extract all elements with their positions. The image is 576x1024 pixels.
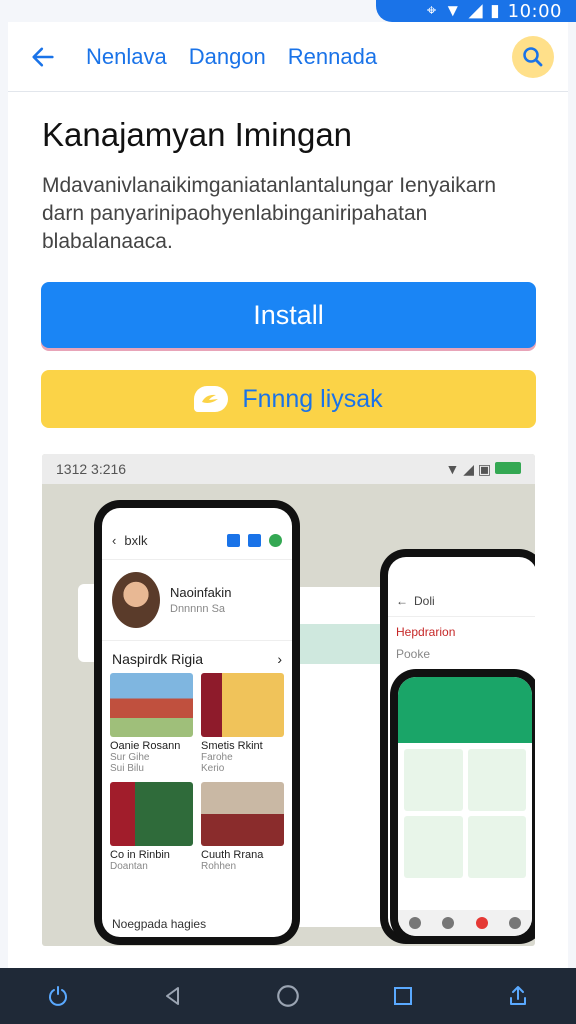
- power-icon: [48, 986, 67, 1006]
- app-title: Kanajamyan Imingan: [42, 116, 353, 153]
- search-icon: [523, 46, 543, 66]
- bookmark-icon: [248, 534, 261, 547]
- preview-profile-sub: Dnnnnn Sa: [170, 603, 226, 615]
- secondary-action-label: Fnnng liysak: [242, 384, 383, 413]
- power-button[interactable]: [34, 972, 82, 1020]
- tab-rennada[interactable]: Rennada: [288, 44, 377, 70]
- preview-tile-sub: Rohhen: [201, 861, 237, 872]
- chat-bubble-icon: [194, 386, 229, 412]
- system-nav-bar: [0, 968, 576, 1024]
- chevron-right-icon: ›: [277, 651, 282, 667]
- status-bar: ⌖ ▼ ◢ ▮ 10:00: [376, 0, 576, 22]
- preview-profile-name: Naoinfakin: [170, 585, 232, 600]
- tab-dangon[interactable]: Dangon: [189, 44, 266, 70]
- preview-tile-grid: Oanie Rosann Sur Gihe Sui Bilu Smetis Rk…: [102, 673, 292, 872]
- preview-tile: Cuuth Rrana Rohhen: [201, 782, 284, 872]
- preview-green-header: [398, 677, 532, 743]
- install-button[interactable]: Install: [41, 282, 536, 348]
- secondary-action-button[interactable]: Fnnng liysak: [41, 370, 536, 428]
- preview-status-icons: ▼ ◢ ▣: [445, 461, 521, 478]
- preview-tile-image: [110, 782, 193, 846]
- preview-tile-sub: Farohe: [201, 752, 233, 763]
- search-button[interactable]: [512, 35, 554, 78]
- nav-dot-icon: [475, 917, 488, 929]
- preview-section-header: Naspirdk Rigia ›: [102, 641, 292, 673]
- tab-nenlava[interactable]: Nenlava: [86, 44, 167, 70]
- home-icon: [277, 985, 299, 1007]
- nav-tabs: Nenlava Dangon Rennada: [86, 44, 512, 70]
- preview-tile-title: Co in Rinbin: [110, 849, 170, 861]
- preview-tile-extra: Kerio: [201, 763, 225, 774]
- preview-profile-row: Naoinfakin Dnnnnn Sa: [102, 560, 292, 641]
- preview-tile-image: [110, 673, 193, 737]
- recents-icon: [394, 987, 413, 1005]
- preview-green-tile: [467, 816, 526, 878]
- preview-status-bar: 1312 3:216 ▼ ◢ ▣: [42, 454, 535, 484]
- share-button[interactable]: [494, 972, 542, 1020]
- preview-tile: Oanie Rosann Sur Gihe Sui Bilu: [110, 673, 193, 774]
- wifi-icon: ▼: [444, 1, 462, 20]
- preview-battery-icon: [495, 461, 521, 474]
- preview-tile-title: Cuuth Rrana: [201, 849, 264, 861]
- preview-phone-main: ‹ bxlk Naoinfakin Dnnnnn Sa Naspirdk Rig…: [94, 500, 300, 945]
- preview-green-tile: [404, 816, 463, 878]
- app-screen: ⌖ ▼ ◢ ▮ 10:00 Nenlava Dangon Rennada Kan…: [0, 0, 576, 1024]
- preview-tile: Smetis Rkint Farohe Kerio: [201, 673, 284, 774]
- chevron-left-icon: ‹: [112, 533, 117, 548]
- nav-dot-icon: [442, 917, 455, 929]
- preview-phone-toolbar: ‹ bxlk: [102, 508, 292, 560]
- preview-tile-title: Smetis Rkint: [201, 740, 263, 752]
- preview-phone-right-front: [390, 669, 535, 944]
- back-nav-button[interactable]: [149, 972, 197, 1020]
- app-detail-card: Kanajamyan Imingan Mdavanivlanaikimgania…: [8, 92, 568, 970]
- arrow-left-icon: [32, 47, 54, 66]
- location-icon: ⌖: [426, 1, 437, 20]
- preview-green-tile: [467, 749, 526, 811]
- preview-right-app-sub: Pooke: [396, 647, 431, 661]
- preview-tile-image: [201, 673, 284, 737]
- translate-icon: [227, 534, 240, 547]
- preview-phone-right-front-screen: [398, 677, 532, 936]
- home-nav-button[interactable]: [264, 972, 312, 1020]
- preview-toolbar-label: bxlk: [124, 533, 148, 548]
- signal-icon: ◢: [469, 1, 483, 20]
- app-description: Mdavanivlanaikimganiatanlantalungar Ieny…: [42, 174, 497, 253]
- app-screenshot-preview[interactable]: 1312 3:216 ▼ ◢ ▣ ‹ bxlk Naoinfakin Dnnnn…: [42, 454, 535, 946]
- preview-phone-main-screen: ‹ bxlk Naoinfakin Dnnnnn Sa Naspirdk Rig…: [102, 508, 292, 937]
- share-icon: [510, 986, 527, 1005]
- preview-tile-sub: Doantan: [110, 861, 148, 872]
- status-time: 10:00: [507, 0, 562, 22]
- nav-dot-icon: [509, 917, 522, 929]
- recents-nav-button[interactable]: [379, 972, 427, 1020]
- preview-status-time: 1312 3:216: [56, 461, 127, 477]
- back-button[interactable]: [8, 22, 78, 92]
- nav-dot-icon: [408, 917, 421, 929]
- back-icon: [165, 987, 179, 1005]
- battery-icon: ▮: [490, 1, 500, 20]
- preview-right-app-label: Hepdrarion: [396, 625, 456, 639]
- avatar: [112, 572, 160, 628]
- top-app-bar: Nenlava Dangon Rennada: [8, 22, 568, 92]
- preview-right-toolbar: ← Doli: [388, 557, 535, 617]
- preview-green-nav: [398, 910, 532, 936]
- preview-tile-image: [201, 782, 284, 846]
- preview-green-tile: [404, 749, 463, 811]
- preview-section-title: Naspirdk Rigia: [112, 651, 204, 667]
- arrow-left-icon: ←: [396, 594, 408, 608]
- google-icon: [269, 534, 282, 547]
- preview-footer-label: Noegpada hagies: [112, 917, 207, 931]
- preview-tile-sub: Sur Gihe: [110, 752, 150, 763]
- preview-green-grid: [398, 743, 532, 884]
- preview-tile-title: Oanie Rosann: [110, 740, 181, 752]
- preview-right-toolbar-label: Doli: [414, 594, 435, 608]
- preview-tile-extra: Sui Bilu: [110, 763, 144, 774]
- preview-tile: Co in Rinbin Doantan: [110, 782, 193, 872]
